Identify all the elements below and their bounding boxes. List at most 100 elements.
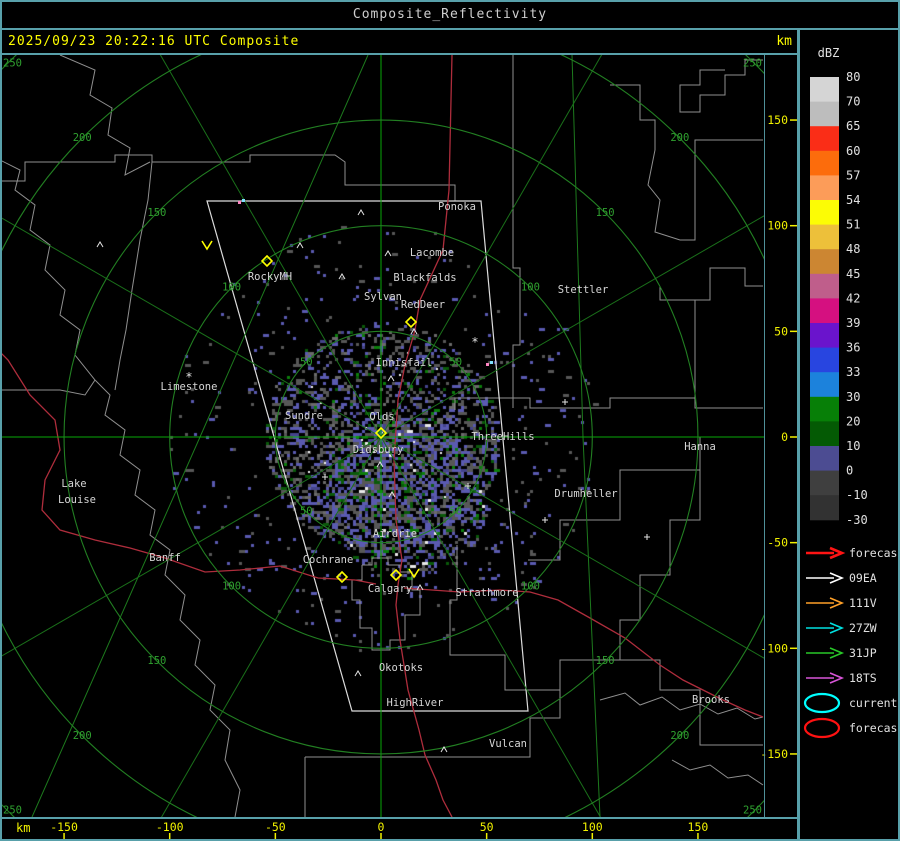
map-right-border <box>764 55 765 817</box>
caret-marker-icon <box>354 670 362 677</box>
caret-marker-icon <box>376 461 384 468</box>
caret-marker-icon <box>296 242 304 249</box>
county-boundary <box>449 545 528 691</box>
county-boundary <box>2 379 96 396</box>
city-label: Drumheller <box>554 488 617 500</box>
caret-marker-icon <box>388 491 396 498</box>
caret-marker-icon <box>384 250 392 257</box>
caret-marker-icon <box>96 241 104 248</box>
city-label: Lacombe <box>410 247 454 259</box>
city-label: Stettler <box>558 284 609 296</box>
county-boundary <box>610 84 763 241</box>
ring-label: 250 <box>743 57 762 69</box>
city-label: Vulcan <box>489 738 527 750</box>
right-axis-tick-label: 100 <box>767 219 788 233</box>
colorbar-swatch <box>810 372 839 398</box>
ring-label: 100 <box>222 580 241 592</box>
colorbar-value-label: -30 <box>846 513 868 527</box>
asterisk-marker-icon: * <box>471 335 478 349</box>
panel-separator <box>797 28 800 841</box>
colorbar-value-label: 20 <box>846 414 860 428</box>
colorbar-swatch <box>810 77 839 103</box>
colorbar-swatch <box>810 495 839 521</box>
colorbar-value-label: 33 <box>846 365 860 379</box>
city-label: Olds <box>369 411 394 423</box>
city-label: Calgary <box>368 583 412 595</box>
radial-line <box>380 436 764 659</box>
colorbar-swatch <box>810 396 839 422</box>
colorbar-swatch <box>810 200 839 226</box>
county-boundary <box>599 692 764 720</box>
colorbar-swatch <box>810 126 839 152</box>
bottom-axis-tick-label: -150 <box>50 820 78 834</box>
right-axis-tick-label: 150 <box>767 113 788 127</box>
county-boundary <box>2 160 241 817</box>
city-label: Sylvan <box>364 291 402 303</box>
radar-scene: 50 50 50 50 100 100 100 100 150 150 150 150 200 200 20… <box>2 46 900 840</box>
storm-arrow-icon <box>408 568 420 579</box>
ring-label: 50 <box>449 356 462 368</box>
legend-label: 27ZW <box>849 621 877 635</box>
radial-line <box>2 217 382 438</box>
colorbar-value-label: 42 <box>846 291 860 305</box>
colorbar-swatch <box>810 421 839 447</box>
legend-ellipse-icon <box>803 717 841 739</box>
caret-marker-icon <box>357 209 365 216</box>
datebar-separator <box>0 53 797 55</box>
bottom-axis-tick-label: 50 <box>480 820 494 834</box>
city-label: Ponoka <box>438 201 476 213</box>
ring-label: 100 <box>222 282 241 294</box>
colorbar-swatch <box>810 224 839 250</box>
colorbar-value-label: 80 <box>846 70 860 84</box>
bottom-axis-unit-label: km <box>16 821 30 835</box>
colorbar-value-label: 70 <box>846 95 860 109</box>
radial-line <box>2 436 382 657</box>
lightning-dot-icon <box>238 201 241 204</box>
city-label: ThreeHills <box>471 431 534 443</box>
ring-label: 200 <box>670 132 689 144</box>
colorbar-value-label: 45 <box>846 267 860 281</box>
timestamp-label: 2025/09/23 20:22:16 UTC Composite <box>8 34 300 49</box>
city-label: Innisfail <box>376 357 433 369</box>
county-boundary <box>351 557 421 651</box>
colorbar-swatch <box>810 298 839 324</box>
county-boundary <box>694 267 763 398</box>
caret-marker-icon <box>387 375 395 382</box>
ring-label: 150 <box>596 655 615 667</box>
colorbar-value-label: 65 <box>846 119 860 133</box>
ring-label: 100 <box>521 580 540 592</box>
ring-label: 50 <box>300 506 313 518</box>
colorbar-value-label: 48 <box>846 242 860 256</box>
city-label: Didsbury <box>353 444 404 456</box>
bottom-axis-tick-label: -100 <box>156 820 184 834</box>
bottom-axis-tick-label: 150 <box>688 820 709 834</box>
ring-label: 150 <box>147 207 166 219</box>
ring-label: 250 <box>3 805 22 817</box>
window-title: Composite_Reflectivity <box>352 7 548 22</box>
ring-label: 200 <box>73 730 92 742</box>
colorbar-swatch <box>810 101 839 127</box>
radial-line <box>380 215 764 438</box>
county-boundary <box>671 759 764 786</box>
colorbar-swatch <box>810 150 839 176</box>
city-label: Louise <box>58 494 96 506</box>
ring-label: 50 <box>300 356 313 368</box>
colorbar-value-label: 30 <box>846 390 860 404</box>
ring-label: 150 <box>147 655 166 667</box>
legend-ellipse-icon <box>803 692 841 714</box>
colorbar-swatch <box>810 249 839 275</box>
legend-label: 18TS <box>849 671 877 685</box>
caret-marker-icon <box>338 273 346 280</box>
lightning-dot-icon <box>486 363 489 366</box>
map-layer: 50 50 50 50 100 100 100 100 150 150 150 150 200 200 20… <box>2 55 764 817</box>
county-boundary <box>114 161 153 391</box>
map-bottom-border <box>0 817 797 819</box>
radial-line <box>159 55 382 438</box>
right-axis-tick-label: 50 <box>774 324 788 338</box>
ring-label: 150 <box>596 207 615 219</box>
ring-label: 200 <box>73 132 92 144</box>
colorbar-swatch <box>810 446 839 472</box>
legend-label: 31JP <box>849 646 877 660</box>
title-separator <box>0 28 900 30</box>
right-axis-tick-label: -50 <box>767 536 788 550</box>
